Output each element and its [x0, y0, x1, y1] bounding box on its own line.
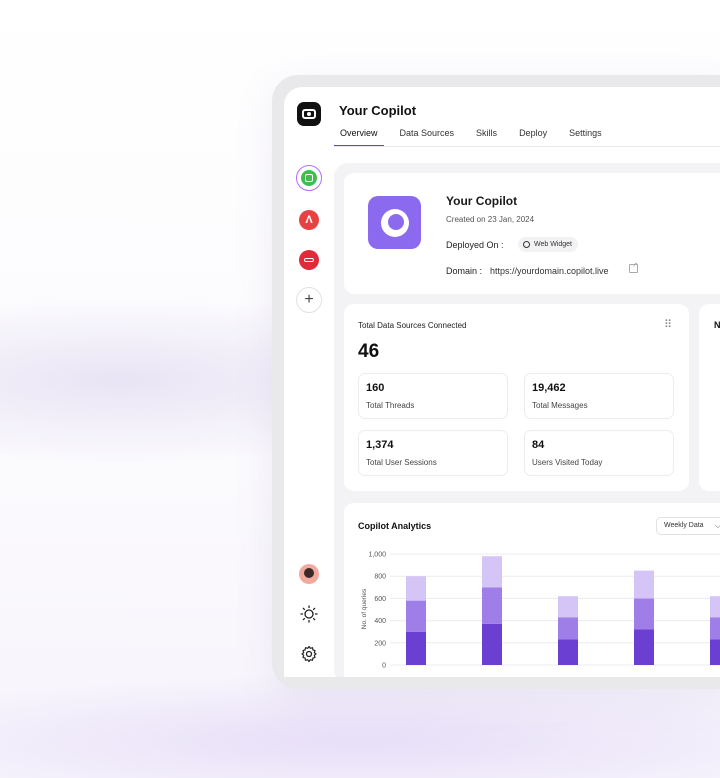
chart-bar-segment[interactable]	[710, 617, 720, 640]
stat-label: Total Messages	[532, 401, 588, 410]
analytics-chart: 1,0008006004002000No. of queriesMonTueWe…	[361, 552, 720, 670]
stats-title: Total Data Sources Connected	[358, 321, 467, 330]
rail-copilot-red-link[interactable]	[296, 247, 322, 273]
stat-value: 1,374	[366, 439, 394, 451]
stat-box: 1,374 Total User Sessions	[358, 430, 508, 476]
stat-box: 84 Users Visited Today	[524, 430, 674, 476]
y-tick-label: 600	[374, 596, 386, 603]
tab-overview[interactable]: Overview	[334, 127, 384, 147]
profile-card: Your Copilot Created on 23 Jan, 2024 Dep…	[344, 173, 720, 294]
deploy-badge[interactable]: Web Widget	[518, 237, 578, 252]
y-tick-label: 200	[374, 640, 386, 647]
chart-bar-segment[interactable]	[406, 600, 426, 632]
stat-box: 160 Total Threads	[358, 373, 508, 419]
chart-bar-segment[interactable]	[558, 639, 578, 665]
chart-bar-segment[interactable]	[710, 639, 720, 665]
y-tick-label: 0	[382, 663, 386, 670]
rail-copilot-red[interactable]: Λ	[296, 207, 322, 233]
chat-icon	[523, 241, 530, 248]
chart-bar-segment[interactable]	[634, 629, 654, 665]
domain-link[interactable]: https://yourdomain.copilot.live	[490, 266, 609, 276]
stat-box: 19,462 Total Messages	[524, 373, 674, 419]
main-content: Your Copilot Created on 23 Jan, 2024 Dep…	[334, 163, 720, 677]
drag-handle-icon[interactable]: ⠿	[664, 318, 672, 331]
analytics-card: Copilot Analytics Weekly Data ⌵ 1,000 800…	[344, 503, 720, 677]
tab-data-sources[interactable]: Data Sources	[394, 127, 461, 147]
stat-value: 84	[532, 439, 545, 451]
app-logo-icon[interactable]	[297, 102, 321, 126]
deployed-label: Deployed On :	[446, 240, 504, 250]
side-card-title: N	[714, 320, 720, 330]
stat-value: 19,462	[532, 382, 566, 394]
gear-icon	[301, 645, 317, 663]
domain-label: Domain :	[446, 266, 483, 276]
y-axis-label: No. of queries	[361, 588, 368, 629]
sun-icon	[300, 605, 318, 623]
chart-bar-segment[interactable]	[634, 570, 654, 599]
chart-bar-segment[interactable]	[634, 598, 654, 630]
tab-settings[interactable]: Settings	[563, 127, 608, 147]
green-app-icon	[301, 170, 317, 186]
chart-bar-segment[interactable]	[558, 617, 578, 640]
stat-label: Total User Sessions	[366, 458, 437, 467]
chart-bar-segment[interactable]	[406, 631, 426, 665]
red-app-icon: Λ	[299, 210, 319, 230]
chart-bar-segment[interactable]	[482, 623, 502, 665]
tab-skills[interactable]: Skills	[470, 127, 503, 147]
theme-toggle[interactable]	[296, 601, 322, 627]
chart-bar-segment[interactable]	[710, 596, 720, 618]
avatar	[299, 564, 319, 584]
chart-bar-segment[interactable]	[482, 587, 502, 624]
y-tick-label: 1,000	[368, 552, 386, 559]
settings-button[interactable]	[296, 641, 322, 667]
stats-total: 46	[358, 341, 380, 362]
add-copilot-button[interactable]: +	[296, 287, 322, 313]
stat-value: 160	[366, 382, 385, 394]
stats-card: Total Data Sources Connected ⠿ 46 160 To…	[344, 304, 689, 491]
chart-bar-segment[interactable]	[482, 556, 502, 588]
rail-copilot-green[interactable]	[296, 165, 322, 191]
y-tick-label: 400	[374, 618, 386, 625]
stat-label: Total Threads	[366, 401, 415, 410]
chart-bar-segment[interactable]	[406, 576, 426, 601]
tab-deploy[interactable]: Deploy	[513, 127, 553, 147]
y-tick-label: 800	[374, 574, 386, 581]
deploy-badge-label: Web Widget	[534, 241, 572, 248]
add-icon: +	[304, 291, 314, 308]
tab-bar: Overview Data Sources Skills Deploy Sett…	[334, 127, 618, 147]
app-screen: Your Copilot Overview Data Sources Skill…	[284, 87, 720, 677]
copilot-logo-icon	[368, 196, 421, 249]
user-avatar[interactable]	[296, 561, 322, 587]
red-link-app-icon	[299, 250, 319, 270]
app-title: Your Copilot	[339, 103, 417, 118]
external-link-icon[interactable]	[629, 261, 638, 273]
tab-divider	[334, 146, 720, 147]
stat-label: Users Visited Today	[532, 458, 603, 467]
chart-bar-segment[interactable]	[558, 596, 578, 618]
copilot-name: Your Copilot	[446, 194, 518, 208]
created-date: Created on 23 Jan, 2024	[446, 215, 535, 224]
side-card: N	[699, 304, 720, 491]
